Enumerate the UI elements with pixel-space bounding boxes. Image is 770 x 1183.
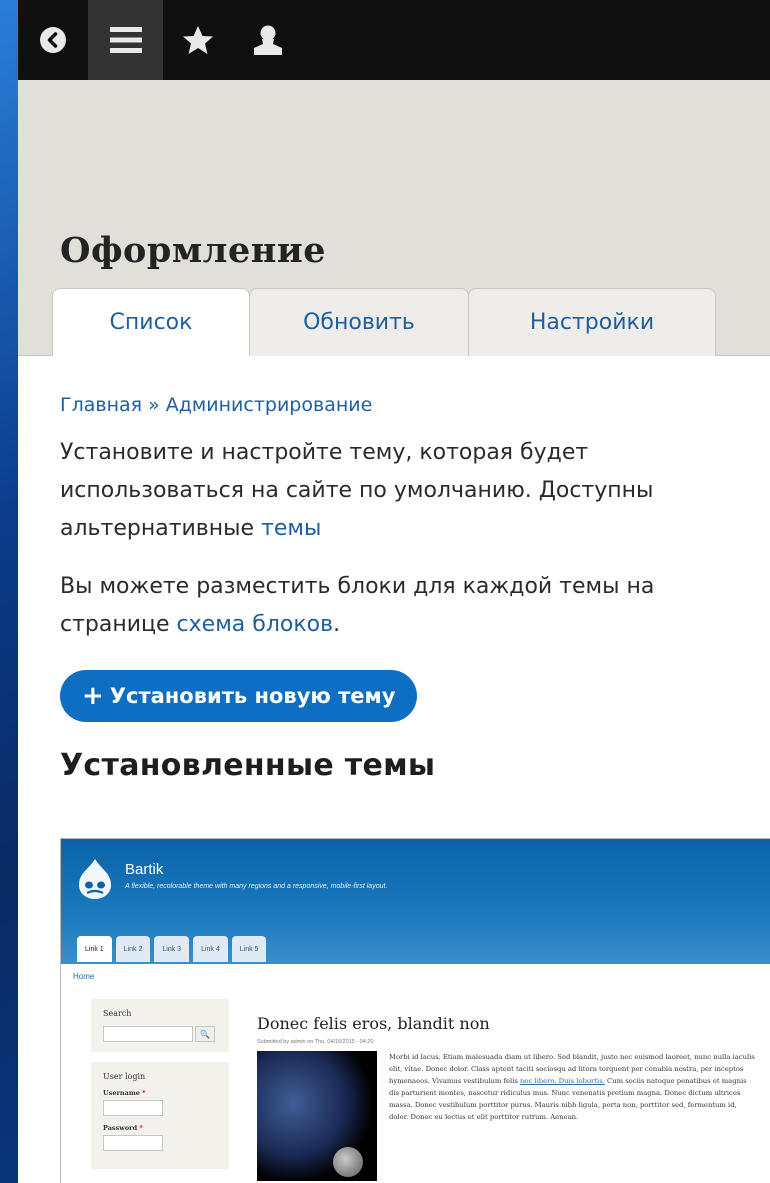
preview-password-label: Password * [103, 1124, 217, 1132]
blocks-note-end: . [333, 612, 341, 637]
preview-search-form: 🔍 [103, 1026, 217, 1042]
preview-site-name: Bartik [125, 861, 164, 878]
tab-label: Список [109, 310, 193, 335]
preview-tab: Link 1 [77, 936, 112, 962]
blocks-note-body: Вы можете разместить блоки для каждой те… [60, 574, 655, 637]
preview-article: Donec felis eros, blandit non Submitted … [257, 1014, 757, 1181]
breadcrumb-separator: » [148, 394, 160, 416]
primary-tabs: Список Обновить Настройки [52, 288, 716, 356]
preview-header: Bartik A flexible, recolorable theme wit… [61, 839, 770, 964]
moon-shape [333, 1147, 363, 1177]
user-icon [254, 25, 282, 55]
preview-tabs: Link 1 Link 2 Link 3 Link 4 Link 5 [77, 936, 270, 962]
tab-list[interactable]: Список [52, 288, 250, 356]
blocks-note: Вы можете разместить блоки для каждой те… [60, 568, 750, 644]
admin-page: Оформление Список Обновить Настройки Гла… [18, 0, 770, 1183]
preview-article-text: Morbi id lacus. Etiam malesuada diam ut … [389, 1051, 757, 1181]
tab-settings[interactable]: Настройки [468, 288, 716, 356]
earth-image [257, 1051, 377, 1181]
preview-search-title: Search [103, 1009, 132, 1018]
preview-slogan: A flexible, recolorable theme with many … [125, 883, 388, 890]
install-button-label: Установить новую тему [109, 684, 396, 708]
breadcrumb: Главная » Администрирование [60, 394, 770, 416]
intro-text-body: Установите и настройте тему, которая буд… [60, 440, 654, 541]
preview-search-input [103, 1026, 193, 1042]
star-icon [183, 26, 213, 54]
preview-article-link: nec libero. Duis lobortis. [520, 1077, 605, 1085]
plus-icon: + [82, 681, 104, 711]
page-title: Оформление [60, 230, 327, 271]
preview-login-title: User login [103, 1072, 146, 1081]
admin-toolbar [18, 0, 770, 80]
preview-tab: Link 2 [115, 936, 151, 962]
preview-home-link: Home [73, 972, 95, 981]
menu-button[interactable] [88, 0, 163, 80]
intro-text: Установите и настройте тему, которая буд… [60, 434, 750, 548]
preview-login-block: User login Username * Password * [91, 1062, 229, 1169]
tab-label: Обновить [303, 310, 415, 335]
preview-sidebar: Search 🔍 User login Username * Password … [91, 999, 229, 1179]
preview-article-meta: Submitted by admin on Thu, 04/16/2015 - … [257, 1039, 374, 1045]
required-mark: * [142, 1089, 146, 1097]
drupal-logo-icon [79, 859, 111, 899]
breadcrumb-admin-link[interactable]: Администрирование [166, 394, 373, 416]
preview-search-block: Search 🔍 [91, 999, 229, 1052]
main-content: Главная » Администрирование Установите и… [18, 356, 770, 783]
menu-icon [109, 27, 142, 53]
installed-themes-heading: Установленные темы [60, 748, 436, 783]
back-arrow-icon [40, 27, 66, 53]
tab-update[interactable]: Обновить [249, 288, 469, 356]
preview-search-icon: 🔍 [195, 1026, 215, 1042]
preview-password-text: Password [103, 1124, 138, 1132]
preview-username-label: Username * [103, 1089, 217, 1097]
block-layout-link[interactable]: схема блоков [177, 612, 334, 637]
theme-screenshot: Bartik A flexible, recolorable theme wit… [60, 838, 770, 1183]
breadcrumb-home-link[interactable]: Главная [60, 394, 142, 416]
tab-label: Настройки [529, 310, 655, 335]
preview-article-title: Donec felis eros, blandit non [257, 1014, 490, 1033]
install-new-theme-button[interactable]: + Установить новую тему [60, 670, 418, 722]
shortcuts-button[interactable] [163, 0, 233, 80]
themes-link[interactable]: темы [261, 516, 321, 541]
preview-username-field [103, 1100, 163, 1116]
preview-tab: Link 5 [231, 936, 267, 962]
back-button[interactable] [18, 0, 88, 80]
preview-tab: Link 3 [154, 936, 190, 962]
preview-password-field [103, 1135, 163, 1151]
required-mark: * [139, 1124, 143, 1132]
preview-username-text: Username [103, 1089, 140, 1097]
preview-tab: Link 4 [193, 936, 228, 962]
preview-article-body: Morbi id lacus. Etiam malesuada diam ut … [257, 1051, 757, 1181]
user-button[interactable] [233, 0, 303, 80]
